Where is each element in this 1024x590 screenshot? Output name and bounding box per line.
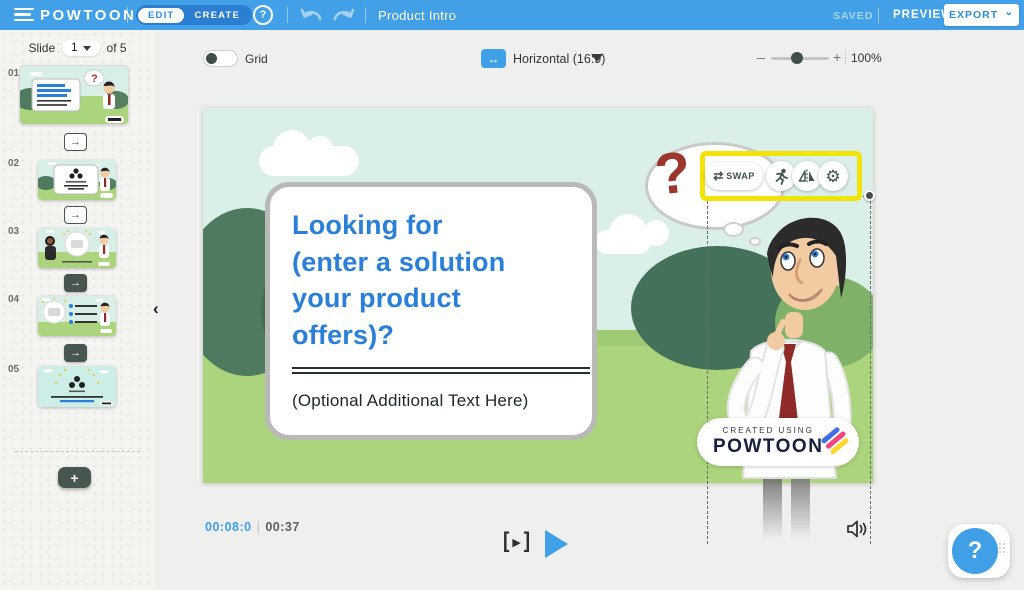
- transition-button[interactable]: →: [64, 344, 87, 362]
- divider: [15, 451, 140, 452]
- timeline-time: 00:08:0|00:37: [205, 520, 300, 534]
- play-slide-button[interactable]: [ ▶ ]: [503, 531, 530, 553]
- swap-icon: ⇄: [713, 169, 723, 183]
- running-man-icon: [773, 168, 790, 185]
- arrow-right-icon: →: [70, 209, 81, 221]
- card-divider: [292, 367, 590, 374]
- cloud: [259, 146, 359, 176]
- slide-5-thumbnail[interactable]: [38, 366, 116, 407]
- slide-nav-label: Slide: [28, 41, 55, 55]
- divider: [365, 7, 366, 23]
- create-tab[interactable]: CREATE: [184, 8, 250, 23]
- zoom-in-button[interactable]: +: [833, 49, 841, 65]
- subtext[interactable]: (Optional Additional Text Here): [292, 391, 570, 411]
- arrow-right-icon: →: [70, 136, 81, 148]
- powtoon-logo: POWTOON: [40, 7, 136, 24]
- top-header: POWTOON EDIT CREATE ? Product Intro SAVE…: [0, 0, 1024, 30]
- chevron-down-icon: [83, 46, 91, 51]
- slide-5-number: 05: [8, 364, 19, 375]
- slide-2-thumbnail[interactable]: [38, 160, 116, 200]
- chevron-down-icon: ⌄: [1004, 6, 1014, 18]
- slide-number-dropdown[interactable]: 1: [62, 40, 99, 56]
- slide-3-thumbnail[interactable]: [38, 228, 116, 268]
- grid-label: Grid: [245, 52, 268, 66]
- arrow-right-icon: →: [70, 347, 81, 359]
- selection-resize-handle[interactable]: [864, 190, 875, 201]
- divider: [878, 7, 879, 23]
- transition-button[interactable]: →: [64, 274, 87, 292]
- question-mark-graphic[interactable]: ?: [652, 138, 694, 208]
- drag-handle-icon[interactable]: [999, 543, 1006, 553]
- play-icon: ▶: [512, 536, 520, 549]
- current-time: 00:08:0: [205, 520, 252, 534]
- zoom-slider-knob[interactable]: [791, 52, 803, 64]
- total-time: 00:37: [265, 520, 299, 534]
- help-button[interactable]: ?: [952, 528, 998, 574]
- character-man-thinking[interactable]: [703, 186, 875, 550]
- ratio-icon[interactable]: ↔: [481, 49, 506, 68]
- saved-status: SAVED: [833, 10, 873, 22]
- zoom-level: 100%: [851, 51, 882, 65]
- edit-tab[interactable]: EDIT: [138, 8, 184, 23]
- arrow-right-icon: →: [70, 277, 81, 289]
- edit-create-toggle: EDIT CREATE: [136, 5, 252, 25]
- watermark-created-using: CREATED USING: [713, 426, 823, 435]
- document-title[interactable]: Product Intro: [378, 8, 456, 23]
- slides-sidebar: Slide 1 of 5 01 ?: [0, 30, 155, 590]
- headline-text[interactable]: Looking for (enter a solution your produ…: [292, 207, 570, 354]
- slide-4-thumbnail[interactable]: [38, 296, 116, 336]
- undo-icon[interactable]: [299, 6, 323, 23]
- transition-button[interactable]: →: [64, 133, 87, 151]
- menu-icon[interactable]: [14, 8, 34, 22]
- export-button[interactable]: EXPORT ⌄: [944, 4, 1019, 26]
- play-button[interactable]: [545, 530, 568, 558]
- sidebar-collapse-icon[interactable]: ‹: [153, 299, 159, 319]
- slide-1-thumbnail[interactable]: ?: [20, 66, 128, 124]
- swap-button[interactable]: ⇄ SWAP: [705, 162, 763, 190]
- svg-text:?: ?: [91, 73, 98, 85]
- cloud: [595, 230, 651, 254]
- grid-toggle[interactable]: [203, 50, 238, 67]
- gear-icon: ⚙: [825, 168, 840, 185]
- divider: [127, 7, 128, 23]
- slide-count-label: of 5: [107, 41, 127, 55]
- text-card[interactable]: Looking for (enter a solution your produ…: [265, 182, 597, 440]
- redo-icon[interactable]: [332, 6, 356, 23]
- divider: [845, 50, 846, 64]
- chevron-down-icon[interactable]: [591, 54, 603, 62]
- watermark-powtoon: POWTOON: [713, 436, 823, 458]
- zoom-slider[interactable]: [771, 57, 829, 60]
- help-widget: ?: [948, 524, 1010, 578]
- help-icon[interactable]: ?: [253, 5, 273, 25]
- transition-button[interactable]: →: [64, 206, 87, 224]
- powtoon-watermark: CREATED USING POWTOON: [697, 418, 859, 466]
- flip-horizontal-icon: [798, 169, 816, 183]
- powtoon-logo-icon: [818, 424, 854, 460]
- settings-button[interactable]: ⚙: [818, 161, 848, 191]
- slide-1-number: 01: [8, 68, 19, 79]
- divider: [287, 7, 288, 23]
- slide-2-number: 02: [8, 158, 19, 169]
- add-slide-button[interactable]: +: [58, 467, 91, 488]
- slide-3-number: 03: [8, 226, 19, 237]
- slide-4-number: 04: [8, 294, 19, 305]
- zoom-out-button[interactable]: –: [757, 49, 765, 65]
